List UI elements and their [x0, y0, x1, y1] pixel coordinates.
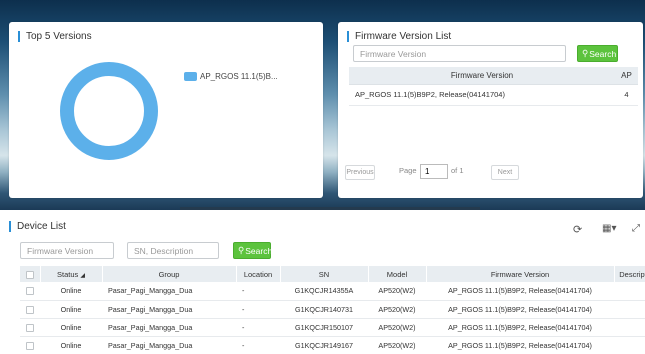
firmware-version-cell: AP_RGOS 11.1(5)B9P2, Release(04141704)	[349, 84, 615, 106]
column-header-location[interactable]: Location	[236, 266, 281, 282]
donut-legend[interactable]: AP_RGOS 11.1(5)B...	[184, 72, 278, 81]
top5-versions-card: Top 5 Versions AP_RGOS 11.1(5)B...	[9, 22, 323, 198]
row-checkbox-cell[interactable]	[20, 282, 40, 301]
page-number-input[interactable]	[420, 164, 448, 179]
row-checkbox[interactable]	[26, 323, 34, 332]
model-cell: AP520(W2)	[368, 300, 426, 319]
legend-swatch	[184, 72, 197, 81]
device-search-button[interactable]: ⚲ Search	[233, 242, 273, 259]
device-firmware-search-input[interactable]	[20, 242, 114, 259]
location-cell: -	[236, 336, 280, 354]
column-header-description[interactable]: Description	[614, 266, 645, 282]
column-header-ap[interactable]: AP	[615, 67, 638, 85]
top5-title: Top 5 Versions	[18, 31, 92, 42]
description-cell	[614, 282, 645, 301]
device-search-button-label: Search	[245, 245, 273, 256]
status-cell: Online	[40, 318, 102, 337]
search-icon: ⚲	[238, 245, 245, 255]
row-checkbox-cell[interactable]	[20, 336, 40, 354]
firmware-cell: AP_RGOS 11.1(5)B9P2, Release(04141704)	[426, 282, 614, 301]
search-icon: ⚲	[582, 48, 589, 58]
model-cell: AP520(W2)	[368, 282, 426, 301]
firmware-table: Firmware Version AP AP_RGOS 11.1(5)B9P2,…	[349, 67, 638, 106]
table-row[interactable]: Online Pasar_Pagi_Mangga_Dua - G1KQCJR14…	[20, 300, 645, 319]
previous-page-button[interactable]: Previous	[345, 165, 375, 180]
status-cell: Online	[40, 336, 102, 354]
table-row[interactable]: Online Pasar_Pagi_Mangga_Dua - G1KQCJR14…	[20, 282, 645, 301]
page-label: Page	[399, 166, 417, 175]
column-header-firmware-version[interactable]: Firmware Version	[426, 266, 615, 282]
model-cell: AP520(W2)	[368, 336, 426, 354]
table-row[interactable]: Online Pasar_Pagi_Mangga_Dua - G1KQCJR15…	[20, 318, 645, 337]
row-checkbox[interactable]	[26, 287, 34, 296]
select-all-checkbox[interactable]	[25, 270, 34, 279]
device-table: Status ◢ Group Location SN Model Firmwar…	[20, 266, 645, 354]
description-cell	[614, 318, 645, 337]
status-cell: Online	[40, 282, 102, 301]
status-header-label: Status	[57, 269, 79, 279]
location-cell: -	[236, 282, 280, 301]
firmware-list-title: Firmware Version List	[347, 31, 451, 42]
refresh-icon[interactable]: ⟳	[573, 223, 582, 236]
column-header-sn[interactable]: SN	[280, 266, 369, 282]
next-page-button[interactable]: Next	[491, 165, 519, 180]
device-sn-search-input[interactable]	[127, 242, 219, 259]
group-cell: Pasar_Pagi_Mangga_Dua	[102, 300, 236, 319]
firmware-cell: AP_RGOS 11.1(5)B9P2, Release(04141704)	[426, 318, 614, 337]
status-cell: Online	[40, 300, 102, 319]
group-cell: Pasar_Pagi_Mangga_Dua	[102, 336, 236, 354]
legend-label: AP_RGOS 11.1(5)B...	[200, 72, 278, 81]
column-header-status[interactable]: Status ◢	[40, 266, 103, 282]
sort-icon[interactable]: ◢	[80, 273, 85, 279]
row-checkbox[interactable]	[26, 305, 34, 314]
group-cell: Pasar_Pagi_Mangga_Dua	[102, 282, 236, 301]
fullscreen-icon[interactable]: ⤢	[632, 223, 640, 234]
location-cell: -	[236, 300, 280, 319]
sn-cell[interactable]: G1KQCJR14355A	[280, 282, 368, 301]
background-pier	[180, 207, 480, 210]
firmware-search-button[interactable]: ⚲ Search	[577, 45, 618, 62]
table-row[interactable]: Online Pasar_Pagi_Mangga_Dua - G1KQCJR14…	[20, 336, 645, 354]
page-of-label: of 1	[451, 166, 464, 175]
grid-view-icon[interactable]: ▦▾	[602, 223, 616, 234]
ap-count-cell[interactable]: 4	[615, 84, 638, 106]
select-all-header[interactable]	[20, 266, 41, 282]
sn-cell[interactable]: G1KQCJR149167	[280, 336, 368, 354]
column-header-group[interactable]: Group	[102, 266, 237, 282]
model-cell: AP520(W2)	[368, 318, 426, 337]
firmware-cell: AP_RGOS 11.1(5)B9P2, Release(04141704)	[426, 336, 614, 354]
description-cell	[614, 300, 645, 319]
column-header-model[interactable]: Model	[368, 266, 427, 282]
sn-cell[interactable]: G1KQCJR150107	[280, 318, 368, 337]
device-list-title: Device List	[9, 221, 66, 232]
location-cell: -	[236, 318, 280, 337]
table-row[interactable]: AP_RGOS 11.1(5)B9P2, Release(04141704) 4	[349, 84, 638, 106]
column-header-firmware-version[interactable]: Firmware Version	[349, 67, 615, 85]
search-button-label: Search	[589, 48, 617, 59]
firmware-cell: AP_RGOS 11.1(5)B9P2, Release(04141704)	[426, 300, 614, 319]
description-cell	[614, 336, 645, 354]
row-checkbox-cell[interactable]	[20, 300, 40, 319]
versions-donut-chart[interactable]	[60, 62, 158, 160]
firmware-search-input[interactable]	[353, 45, 566, 62]
sn-cell[interactable]: G1KQCJR140731	[280, 300, 368, 319]
group-cell: Pasar_Pagi_Mangga_Dua	[102, 318, 236, 337]
row-checkbox-cell[interactable]	[20, 318, 40, 337]
row-checkbox[interactable]	[26, 341, 34, 350]
